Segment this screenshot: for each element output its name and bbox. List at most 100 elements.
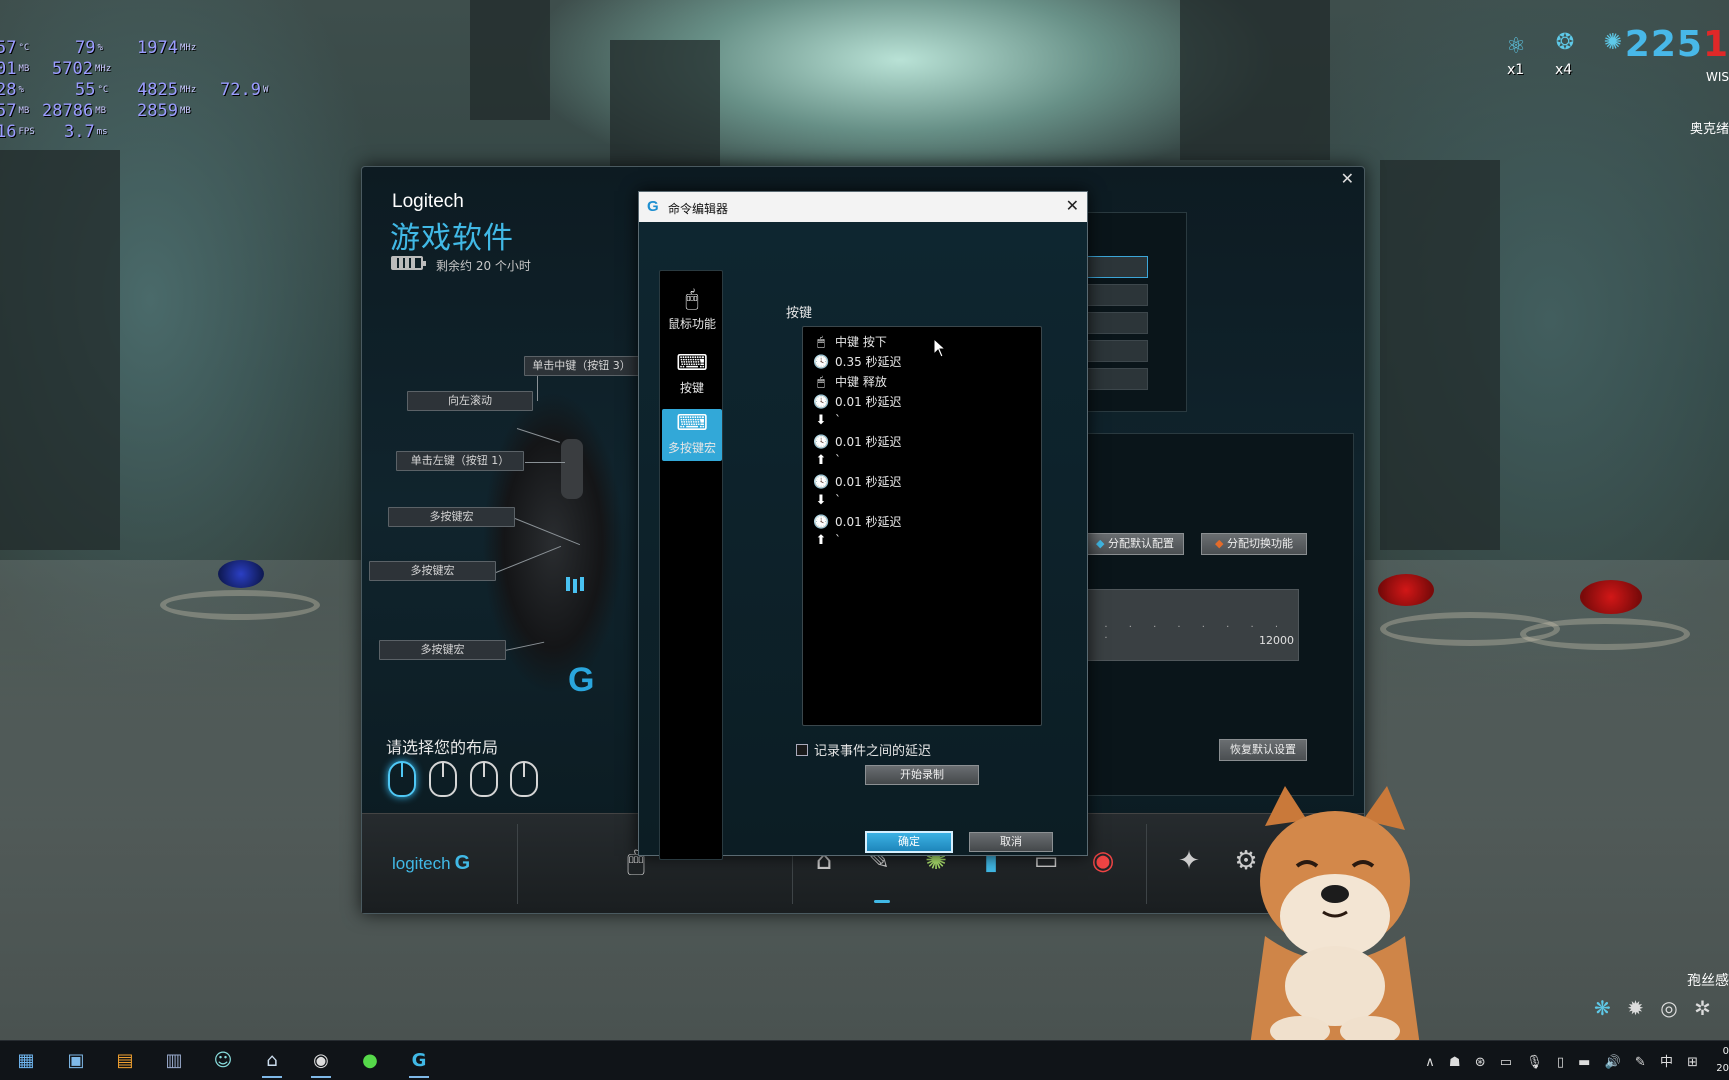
ability-icon: ❋: [1594, 996, 1611, 1020]
macro-event-row[interactable]: 🕓 0.35 秒延迟: [813, 353, 902, 373]
layout-option-1[interactable]: [388, 761, 416, 797]
tray-app-icon[interactable]: ☗: [1449, 1055, 1461, 1070]
perf-unit: MB: [18, 106, 30, 116]
assign-default-label: 分配默认配置: [1107, 537, 1174, 550]
computer-icon[interactable]: ▥: [160, 1047, 188, 1075]
command-list-row[interactable]: [1078, 284, 1148, 306]
callout-middle-click[interactable]: 单击中键（按钮 3）: [524, 356, 639, 376]
chevron-up-icon[interactable]: ∧: [1425, 1055, 1435, 1070]
checkbox-box[interactable]: [796, 744, 808, 756]
volume-icon[interactable]: 🔊: [1605, 1055, 1621, 1070]
macro-event-row[interactable]: ⬆ `: [813, 533, 841, 553]
perf-row: 16 FPS: [0, 122, 35, 143]
callout-macro[interactable]: 多按键宏: [369, 561, 496, 581]
ime-mode-icon[interactable]: ⊞: [1687, 1055, 1698, 1070]
ime-indicator[interactable]: 中: [1660, 1051, 1673, 1070]
assign-default-button[interactable]: ◆ 分配默认配置: [1086, 533, 1184, 555]
callout-scroll-left[interactable]: 向左滚动: [407, 391, 533, 411]
macro-event-row[interactable]: ⬇ `: [813, 493, 841, 513]
steam-icon[interactable]: ⊛: [1475, 1055, 1486, 1070]
arrow-up-icon: ⬆: [815, 533, 827, 548]
close-icon[interactable]: ✕: [1066, 196, 1079, 215]
macro-event-row[interactable]: ⬇ `: [813, 413, 841, 433]
macro-event-text: 0.01 秒延迟: [835, 475, 902, 489]
callout-macro[interactable]: 多按键宏: [388, 507, 515, 527]
macro-event-row[interactable]: 🕓 0.01 秒延迟: [813, 513, 902, 533]
perf-unit: °C: [97, 85, 109, 95]
layout-option-2[interactable]: [429, 761, 457, 797]
sidebar-item-multikey-macro[interactable]: ⌨ 多按键宏: [662, 409, 722, 461]
sidebar-item-keystroke[interactable]: ⌨ 按键: [662, 349, 722, 401]
macro-event-text: 中键 释放: [835, 375, 887, 389]
layout-option-3[interactable]: [470, 761, 498, 797]
perf-row: 3.7 ms: [64, 122, 108, 143]
command-list-row[interactable]: [1078, 256, 1148, 278]
layout-option-4[interactable]: [510, 761, 538, 797]
dialog-titlebar: G 命令编辑器 ✕: [639, 192, 1087, 222]
restore-default-button[interactable]: 恢复默认设置: [1219, 739, 1307, 761]
macro-event-row[interactable]: 🕓 0.01 秒延迟: [813, 473, 902, 493]
taskbar: ▦ ▣ ▤ ▥ ☺ ⌂ ◉ ● G ∧ ☗ ⊛ ▭ 🎙 ▯ ▬ 🔊 ✎ 中 ⊞ …: [0, 1040, 1729, 1080]
battery-status: 剩余约 20 个小时: [436, 259, 531, 273]
assign-switch-button[interactable]: ◆ 分配切换功能: [1201, 533, 1307, 555]
hud-status-text: 孢丝感: [1687, 973, 1729, 989]
ok-button[interactable]: 确定: [865, 831, 953, 853]
logitech-g-icon[interactable]: G: [405, 1047, 433, 1075]
macro-event-list[interactable]: 🖱 中键 按下 🕓 0.35 秒延迟 🖱 中键 释放 🕓 0.01 秒延迟 ⬇ ` 🕓 0.01 秒延…: [802, 326, 1042, 726]
record-delays-checkbox[interactable]: 记录事件之间的延迟: [796, 740, 931, 759]
logitech-wordmark: logitech G: [392, 852, 470, 875]
callout-macro[interactable]: 多按键宏: [379, 640, 506, 660]
network-icon[interactable]: ▬: [1578, 1055, 1590, 1070]
clock-icon: 🕓: [813, 475, 830, 490]
dpi-slider[interactable]: · · · · · · · · · · · 12000: [1077, 589, 1299, 661]
close-icon[interactable]: ✕: [1341, 169, 1354, 188]
arx-control-icon[interactable]: ✦: [1170, 842, 1208, 880]
perf-value: 2859: [137, 101, 178, 121]
tray-app-icon[interactable]: ▭: [1500, 1055, 1512, 1070]
buff-counter: x4: [1555, 62, 1573, 78]
perf-row: 28%: [0, 80, 24, 101]
cancel-button[interactable]: 取消: [969, 832, 1053, 852]
clock-icon: 🕓: [813, 435, 830, 450]
perf-value: 55: [75, 80, 96, 100]
macro-event-row[interactable]: 🖱 中键 按下: [813, 333, 887, 353]
macro-event-row[interactable]: 🕓 0.01 秒延迟: [813, 393, 902, 413]
callout-left-click[interactable]: 单击左键（按钮 1）: [396, 451, 524, 471]
command-list-panel: [1077, 212, 1187, 412]
tray-app-icon[interactable]: ▯: [1557, 1055, 1564, 1070]
perf-row: 5702 MHz: [52, 59, 111, 80]
command-list-row[interactable]: [1078, 340, 1148, 362]
perf-value: 3.7: [64, 122, 95, 142]
pen-icon[interactable]: ✎: [1635, 1055, 1646, 1070]
macro-event-row[interactable]: 🕓 0.01 秒延迟: [813, 433, 902, 453]
microphone-icon[interactable]: 🎙: [1526, 1055, 1543, 1070]
score-display: 2251: [1625, 24, 1729, 65]
obs-icon[interactable]: ◉: [307, 1047, 335, 1075]
assign-switch-label: 分配切换功能: [1226, 537, 1293, 550]
start-grid-icon[interactable]: ▦: [12, 1047, 40, 1075]
heatmap-icon[interactable]: ◉: [1084, 842, 1122, 880]
multikey-icon: ⌨: [676, 411, 708, 436]
g-logo-icon: G: [568, 661, 595, 699]
store-icon[interactable]: ▤: [111, 1047, 139, 1075]
app-icon[interactable]: ▣: [62, 1047, 90, 1075]
macro-event-row[interactable]: ⬆ `: [813, 453, 841, 473]
command-list-row[interactable]: [1078, 368, 1148, 390]
dialog-title: 命令编辑器: [668, 202, 729, 216]
macro-event-row[interactable]: 🖱 中键 释放: [813, 373, 887, 393]
clock[interactable]: 0 20: [1709, 1043, 1729, 1077]
sidebar-item-mouse-function[interactable]: 🖱 鼠标功能: [662, 285, 722, 337]
command-list-row[interactable]: [1078, 312, 1148, 334]
perf-row: 57 °C: [0, 38, 29, 59]
score-value-red: 1: [1702, 24, 1729, 65]
app-title: 游戏软件: [390, 221, 514, 256]
anime-app-icon[interactable]: ☺: [209, 1047, 237, 1075]
g-logo-icon: G: [647, 198, 659, 215]
launcher-icon[interactable]: ⌂: [258, 1047, 286, 1075]
start-record-button[interactable]: 开始录制: [865, 765, 979, 785]
game-client-icon[interactable]: ●: [356, 1047, 384, 1075]
perf-unit: ms: [96, 127, 108, 137]
perf-value: 4825: [137, 80, 178, 100]
score-sub: WIS: [1705, 70, 1729, 84]
macro-event-text: 0.35 秒延迟: [835, 355, 902, 369]
